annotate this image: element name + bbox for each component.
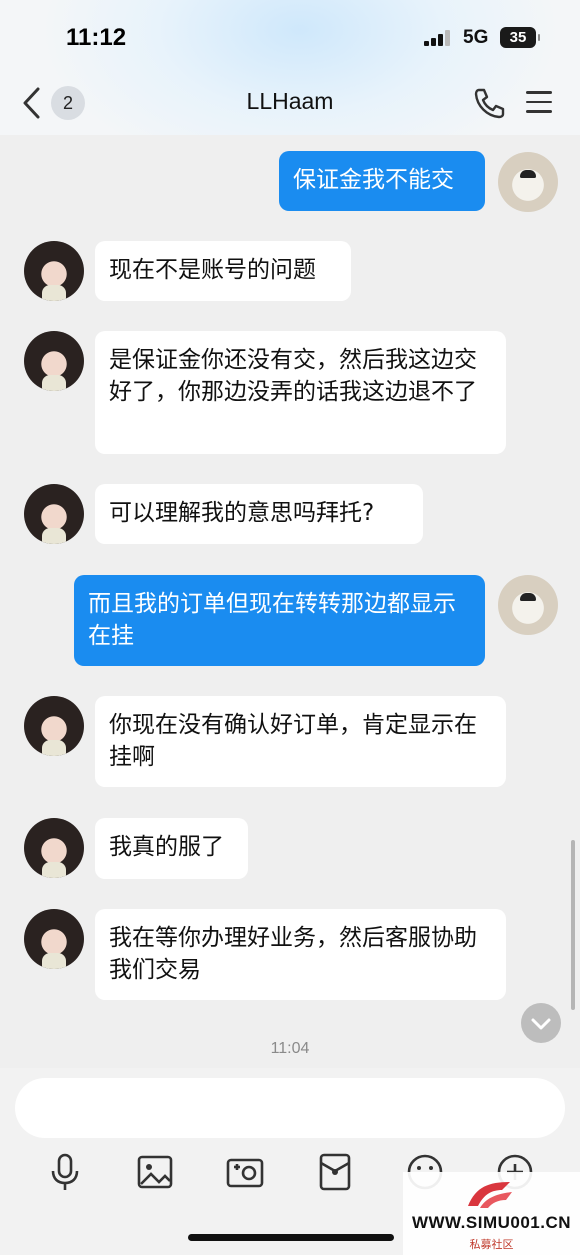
message-bubble-outgoing[interactable]: 而且我的订单但现在转转那边都显示在挂 xyxy=(74,575,485,666)
page-title: LLHaam xyxy=(246,88,334,114)
message-timestamp: 11:04 xyxy=(270,1040,310,1057)
menu-icon[interactable] xyxy=(526,91,552,113)
contact-avatar[interactable] xyxy=(24,818,84,878)
watermark-logo xyxy=(462,1176,518,1212)
scroll-to-bottom-button[interactable] xyxy=(521,1003,561,1043)
message-bubble-outgoing[interactable]: 保证金我不能交 xyxy=(279,151,485,211)
self-avatar[interactable] xyxy=(498,575,558,635)
image-icon[interactable] xyxy=(135,1152,175,1192)
watermark-text: WWW.SIMU001.CN xyxy=(411,1213,572,1232)
network-label: 5G xyxy=(463,27,489,48)
message-bubble-incoming[interactable]: 我在等你办理好业务，然后客服协助我们交易 xyxy=(95,909,506,1000)
phone-icon[interactable] xyxy=(472,86,506,120)
red-packet-icon[interactable] xyxy=(315,1152,355,1192)
camera-icon[interactable] xyxy=(225,1152,265,1192)
watermark-subtext: 私募社区 xyxy=(469,1238,514,1251)
self-avatar[interactable] xyxy=(498,152,558,212)
battery-icon: 35 xyxy=(500,27,540,48)
scrollbar[interactable] xyxy=(571,840,575,1010)
message-bubble-incoming[interactable]: 可以理解我的意思吗拜托? xyxy=(95,484,423,544)
message-bubble-incoming[interactable]: 我真的服了 xyxy=(95,818,248,879)
signal-icon xyxy=(424,30,454,46)
contact-avatar[interactable] xyxy=(24,909,84,969)
contact-avatar[interactable] xyxy=(24,484,84,544)
contact-avatar[interactable] xyxy=(24,331,84,391)
home-indicator xyxy=(188,1234,394,1241)
unread-badge[interactable]: 2 xyxy=(51,86,85,120)
contact-avatar[interactable] xyxy=(24,241,84,301)
message-bubble-incoming[interactable]: 是保证金你还没有交，然后我这边交好了，你那边没弄的话我这边退不了 xyxy=(95,331,506,454)
message-input[interactable] xyxy=(15,1078,565,1138)
chevron-left-icon xyxy=(23,87,40,119)
back-button[interactable] xyxy=(20,86,48,120)
microphone-icon[interactable] xyxy=(45,1152,85,1192)
message-bubble-incoming[interactable]: 你现在没有确认好订单，肯定显示在挂啊 xyxy=(95,696,506,787)
message-bubble-incoming[interactable]: 现在不是账号的问题 xyxy=(95,241,351,301)
chevron-down-icon xyxy=(531,1018,551,1030)
status-time: 11:12 xyxy=(66,24,127,51)
contact-avatar[interactable] xyxy=(24,696,84,756)
